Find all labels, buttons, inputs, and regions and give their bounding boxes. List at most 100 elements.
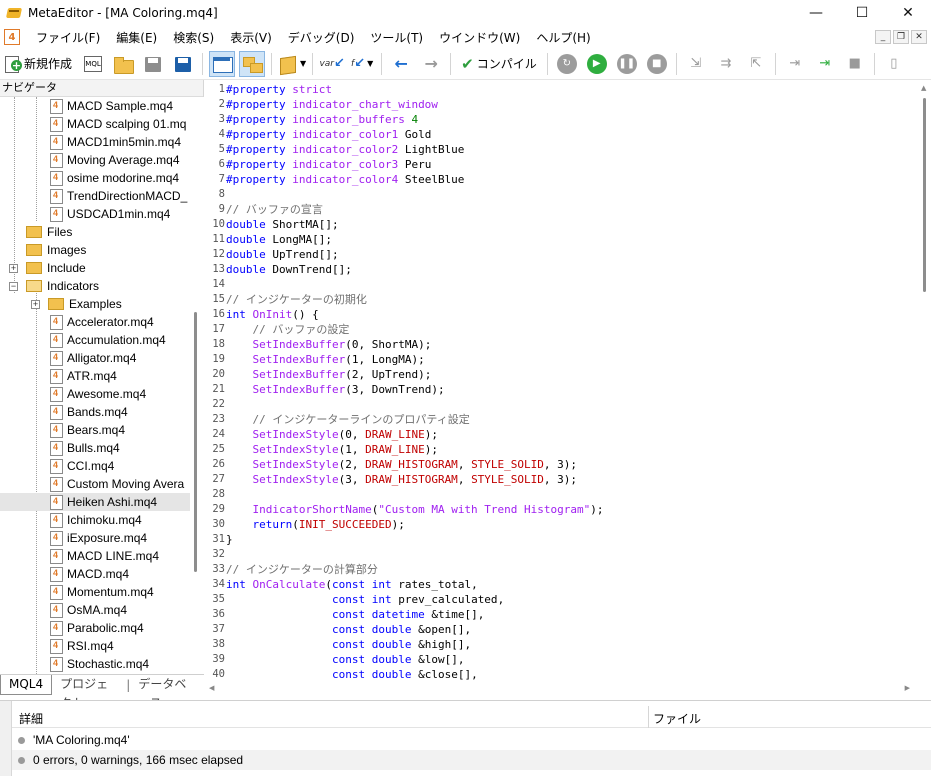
stop-profile-button[interactable]: ■ [842,51,868,77]
back-button[interactable]: ← [388,51,414,77]
tree-file-item-selected[interactable]: Heiken Ashi.mq4 [0,493,190,511]
code-line[interactable]: 17 // バッファの設定 [206,322,918,337]
tree-file-item[interactable]: MACD scalping 01.mq [0,115,190,133]
code-line[interactable]: 16 int OnInit() { [206,307,918,322]
compile-button[interactable]: ✔ コンパイル [457,51,541,77]
step-into-button[interactable]: ⇲ [683,51,709,77]
open-button[interactable] [110,51,136,77]
mdi-restore-button[interactable]: ❐ [893,30,909,44]
toggle-navigator-button[interactable] [209,50,236,77]
tree-file-item[interactable]: Bands.mq4 [0,403,190,421]
stop-debug-button[interactable]: ■ [644,51,670,77]
code-line[interactable]: 28 [206,487,918,502]
code-line[interactable]: 29 IndicatorShortName("Custom MA with Tr… [206,502,918,517]
code-line[interactable]: 7 #property indicator_color4 SteelBlue [206,172,918,187]
code-line[interactable]: 26 SetIndexStyle(2, DRAW_HISTOGRAM, STYL… [206,457,918,472]
navigator-scrollbar[interactable] [190,97,204,674]
tab-project[interactable]: プロジェクト [52,675,126,710]
tree-file-item[interactable]: CCI.mq4 [0,457,190,475]
scroll-up-arrow-icon[interactable]: ▲ [921,84,926,92]
code-line[interactable]: 18 SetIndexBuffer(0, ShortMA); [206,337,918,352]
tree-file-item[interactable]: Bulls.mq4 [0,439,190,457]
expand-icon[interactable]: + [31,299,40,309]
tree-file-item[interactable]: Bears.mq4 [0,421,190,439]
code-line[interactable]: 36 const datetime &time[], [206,607,918,622]
tree-file-item[interactable]: MACD Sample.mq4 [0,97,190,115]
navigator-scroll-thumb[interactable] [194,312,197,572]
menu-tools[interactable]: ツール(T) [362,29,431,46]
menu-edit[interactable]: 編集(E) [108,29,165,46]
close-button[interactable]: ✕ [885,0,931,26]
tree-file-item[interactable]: Alligator.mq4 [0,349,190,367]
code-line[interactable]: 30 return(INIT_SUCCEEDED); [206,517,918,532]
code-line[interactable]: 3 #property indicator_buffers 4 [206,112,918,127]
menu-file[interactable]: ファイル(F) [28,29,108,46]
code-line[interactable]: 27 SetIndexStyle(3, DRAW_HISTOGRAM, STYL… [206,472,918,487]
pause-debug-button[interactable]: ❚❚ [614,51,640,77]
code-line[interactable]: 25 SetIndexStyle(1, DRAW_LINE); [206,442,918,457]
column-divider[interactable] [648,706,649,728]
toggle-toolbox-button[interactable] [239,50,266,77]
code-line[interactable]: 19 SetIndexBuffer(1, LongMA); [206,352,918,367]
code-line[interactable]: 9// バッファの宣言 [206,202,918,217]
tree-file-item[interactable]: MACD LINE.mq4 [0,547,190,565]
code-line[interactable]: 40 const double &close[], [206,667,918,682]
tree-file-item[interactable]: Accumulation.mq4 [0,331,190,349]
message-row[interactable]: 0 errors, 0 warnings, 166 msec elapsed [12,750,931,770]
code-line[interactable]: 14 [206,277,918,292]
profile-button[interactable]: ⇥ [782,51,808,77]
tree-folder-examples[interactable]: + Examples [0,295,190,313]
menu-window[interactable]: ウインドウ(W) [431,29,528,46]
tree-file-item[interactable]: Momentum.mq4 [0,583,190,601]
tree-file-item[interactable]: OsMA.mq4 [0,601,190,619]
start-debug-button[interactable]: ▶ [584,51,610,77]
mdi-close-button[interactable]: ✕ [911,30,927,44]
variables-button[interactable]: var ↙ [319,51,345,77]
code-line[interactable]: 34 int OnCalculate(const int rates_total, [206,577,918,592]
code-line[interactable]: 11 double LongMA[]; [206,232,918,247]
editor-vertical-scrollbar[interactable]: ▲ [918,82,931,682]
code-line[interactable]: 20 SetIndexBuffer(2, UpTrend); [206,367,918,382]
collapse-icon[interactable]: − [9,281,18,291]
code-line[interactable]: 5 #property indicator_color2 LightBlue [206,142,918,157]
code-line[interactable]: 6 #property indicator_color3 Peru [206,157,918,172]
code-line[interactable]: 23 // インジケーターラインのプロパティ設定 [206,412,918,427]
code-line[interactable]: 22 [206,397,918,412]
code-line[interactable]: 38 const double &high[], [206,637,918,652]
tree-file-item[interactable]: iExposure.mq4 [0,529,190,547]
code-line[interactable]: 1 #property strict [206,82,918,97]
tree-file-item[interactable]: USDCAD1min.mq4 [0,205,190,223]
tree-file-item[interactable]: osime modorine.mq4 [0,169,190,187]
editor-scroll-thumb[interactable] [923,98,926,292]
code-editor[interactable]: 1 #property strict 2 #property indicator_ch… [206,82,918,682]
step-over-button[interactable]: ⇉ [713,51,739,77]
tree-file-item[interactable]: Custom Moving Avera [0,475,190,493]
tree-folder-images[interactable]: Images [0,241,190,259]
code-line[interactable]: 37 const double &open[], [206,622,918,637]
mql-wizard-button[interactable]: MQL [80,51,106,77]
tree-file-item[interactable]: Parabolic.mq4 [0,619,190,637]
menu-debug[interactable]: デバッグ(D) [280,29,363,46]
code-line[interactable]: 4 #property indicator_color1 Gold [206,127,918,142]
code-line[interactable]: 31} [206,532,918,547]
scroll-right-arrow-icon[interactable]: ▶ [905,684,910,692]
tree-file-item[interactable]: Moving Average.mq4 [0,151,190,169]
code-line[interactable]: 15// インジケーターの初期化 [206,292,918,307]
tree-folder-files[interactable]: Files [0,223,190,241]
new-file-button[interactable]: 新規作成 [2,51,76,77]
tree-file-item[interactable]: ATR.mq4 [0,367,190,385]
mdi-minimize-button[interactable]: _ [875,30,891,44]
code-line[interactable]: 8 [206,187,918,202]
column-file[interactable]: ファイル [653,710,701,727]
menu-help[interactable]: ヘルプ(H) [528,29,598,46]
tree-folder-include[interactable]: + Include [0,259,190,277]
tree-file-item[interactable]: RSI.mq4 [0,637,190,655]
tab-database[interactable]: データベース [130,675,204,710]
tree-file-item[interactable]: Accelerator.mq4 [0,313,190,331]
step-out-button[interactable]: ⇱ [743,51,769,77]
functions-button[interactable]: f ↙ ▼ [349,51,375,77]
menu-search[interactable]: 検索(S) [165,29,222,46]
start-debug-history-button[interactable]: ↻ [554,51,580,77]
reference-button[interactable]: ▼ [278,51,306,77]
code-line[interactable]: 13 double DownTrend[]; [206,262,918,277]
